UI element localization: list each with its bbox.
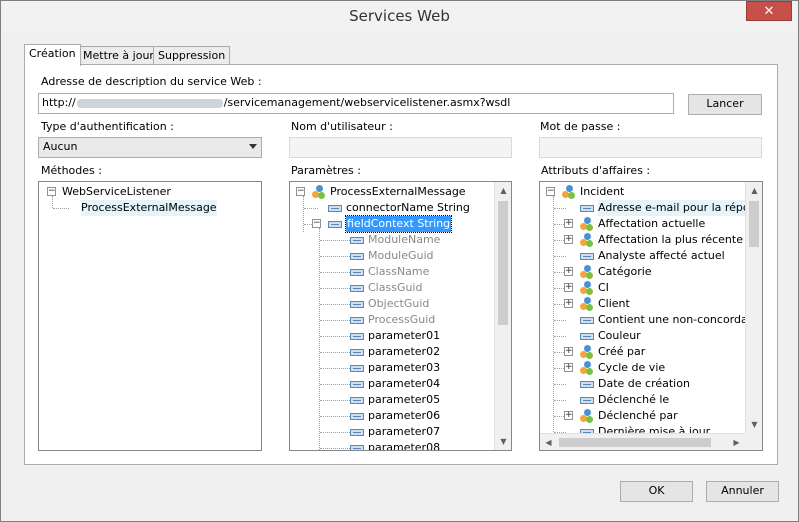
- field-icon: [580, 317, 594, 324]
- entity-icon: [580, 361, 594, 375]
- field-icon: [350, 285, 364, 292]
- expand-icon[interactable]: +: [564, 411, 573, 420]
- expand-icon[interactable]: +: [564, 347, 573, 356]
- entity-icon: [580, 409, 594, 423]
- field-icon: [350, 253, 364, 260]
- field-icon: [350, 237, 364, 244]
- methods-label: Méthodes :: [41, 164, 102, 177]
- field-icon: [350, 365, 364, 372]
- scroll-corner: [745, 433, 762, 450]
- field-icon: [328, 205, 342, 212]
- attrs-hscroll-thumb[interactable]: [559, 438, 711, 447]
- ok-button[interactable]: OK: [620, 481, 693, 502]
- scroll-down-icon[interactable]: ▼: [495, 433, 511, 450]
- field-icon: [350, 413, 364, 420]
- cancel-button[interactable]: Annuler: [706, 481, 779, 502]
- field-icon: [580, 381, 594, 388]
- field-icon: [350, 317, 364, 324]
- password-input[interactable]: [539, 137, 762, 158]
- field-icon: [580, 333, 594, 340]
- tab-update[interactable]: Mettre à jour: [78, 46, 159, 65]
- url-suffix: /servicemanagement/webservicelistener.as…: [223, 96, 511, 109]
- field-icon: [580, 253, 594, 260]
- entity-icon: [580, 217, 594, 231]
- launch-button[interactable]: Lancer: [688, 94, 762, 115]
- expand-icon[interactable]: +: [564, 267, 573, 276]
- field-icon: [350, 349, 364, 356]
- services-web-dialog: Services Web ✕ Création Mettre à jour Su…: [0, 0, 799, 522]
- field-icon: [350, 429, 364, 436]
- url-redacted-host: [76, 98, 223, 108]
- collapse-icon[interactable]: −: [47, 187, 56, 196]
- expand-icon[interactable]: +: [564, 219, 573, 228]
- field-icon: [350, 397, 364, 404]
- collapse-icon[interactable]: −: [546, 187, 555, 196]
- field-icon: [350, 333, 364, 340]
- entity-icon: [562, 185, 576, 199]
- url-label: Adresse de description du service Web :: [41, 75, 262, 88]
- attrs-label: Attributs d'affaires :: [541, 164, 651, 177]
- url-prefix: http://: [42, 96, 76, 109]
- field-icon: [350, 381, 364, 388]
- window-title: Services Web: [349, 7, 450, 25]
- expand-icon[interactable]: +: [564, 363, 573, 372]
- entity-icon: [580, 265, 594, 279]
- field-icon: [350, 269, 364, 276]
- attrs-scroll-thumb[interactable]: [749, 201, 759, 247]
- user-input[interactable]: [289, 137, 512, 158]
- title-bar: Services Web ✕: [1, 1, 798, 32]
- auth-label: Type d'authentification :: [41, 120, 174, 133]
- entity-icon: [580, 345, 594, 359]
- params-vertical-scrollbar[interactable]: ▲ ▼: [494, 182, 511, 450]
- expand-icon[interactable]: +: [564, 235, 573, 244]
- chevron-down-icon: [249, 144, 257, 149]
- entity-icon: [312, 185, 326, 199]
- expand-icon[interactable]: +: [564, 299, 573, 308]
- field-icon: [580, 397, 594, 404]
- methods-tree[interactable]: − WebServiceListener ProcessExternalMess…: [38, 181, 262, 451]
- expand-icon[interactable]: +: [564, 283, 573, 292]
- auth-value: Aucun: [43, 140, 78, 153]
- scroll-up-icon[interactable]: ▲: [495, 182, 511, 199]
- collapse-icon[interactable]: −: [312, 219, 321, 228]
- user-label: Nom d'utilisateur :: [291, 120, 393, 133]
- tab-delete[interactable]: Suppression: [153, 46, 231, 65]
- field-icon: [350, 445, 364, 450]
- collapse-icon[interactable]: −: [296, 187, 305, 196]
- params-scroll-thumb[interactable]: [498, 201, 508, 325]
- scroll-left-icon[interactable]: ◀: [540, 434, 557, 450]
- attrs-tree[interactable]: − Incident Adresse e-mail pour la répons + A…: [539, 181, 763, 451]
- field-icon: [580, 205, 594, 212]
- params-tree[interactable]: − ProcessExternalMessage connectorName Str…: [289, 181, 512, 451]
- params-label: Paramètres :: [291, 164, 361, 177]
- close-button[interactable]: ✕: [746, 1, 792, 21]
- scroll-up-icon[interactable]: ▲: [746, 182, 762, 199]
- tab-creation[interactable]: Création: [24, 44, 81, 66]
- password-label: Mot de passe :: [540, 120, 621, 133]
- scroll-down-icon[interactable]: ▼: [746, 416, 762, 433]
- entity-icon: [580, 281, 594, 295]
- entity-icon: [580, 297, 594, 311]
- field-icon: [350, 301, 364, 308]
- field-icon: [328, 221, 342, 228]
- scroll-right-icon[interactable]: ▶: [728, 434, 745, 450]
- auth-select[interactable]: Aucun: [38, 137, 262, 158]
- attrs-vertical-scrollbar[interactable]: ▲ ▼: [745, 182, 762, 433]
- entity-icon: [580, 233, 594, 247]
- url-input[interactable]: http:// /servicemanagement/webservicelist…: [38, 93, 674, 114]
- tab-panel: Adresse de description du service Web : …: [24, 64, 778, 465]
- attrs-horizontal-scrollbar[interactable]: ◀ ▶: [540, 433, 745, 450]
